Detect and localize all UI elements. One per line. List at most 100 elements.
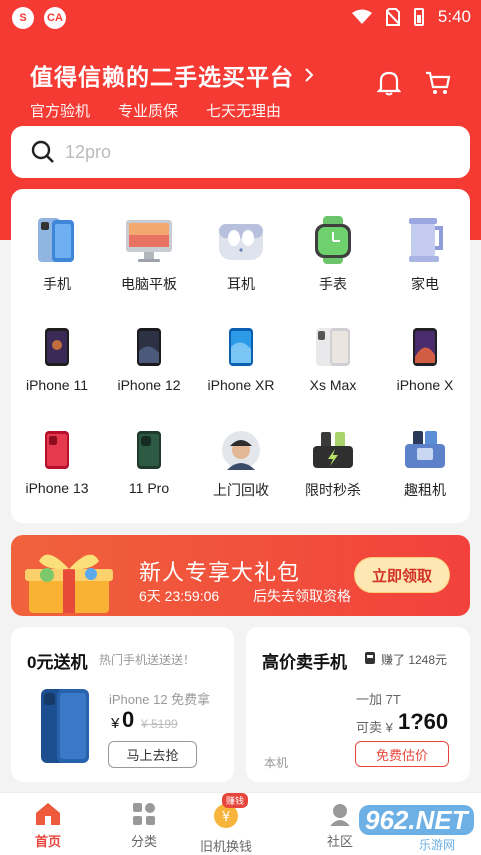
sell-note: 本机 xyxy=(264,756,289,770)
search-bar[interactable] xyxy=(11,126,470,178)
badge-seven-day-return: 七天无理由 xyxy=(206,103,282,120)
iphone-xr-icon xyxy=(229,328,253,366)
nav-home[interactable]: 首页 xyxy=(8,801,88,850)
no-sim-icon xyxy=(385,8,400,26)
newcomer-gift-banner[interactable]: 新人专享大礼包 6天 23:59:06 后失去领取资格 立即领取 xyxy=(11,535,470,616)
category-label: 上门回收 xyxy=(213,482,269,498)
iphone-11-icon xyxy=(45,328,69,366)
claim-now-button[interactable]: 立即领取 xyxy=(354,557,450,593)
category-icon xyxy=(133,803,155,825)
category-label: 手表 xyxy=(319,276,347,292)
battery-icon xyxy=(413,8,424,26)
watermark-text: 962.NET xyxy=(359,805,474,835)
iphone-13-icon xyxy=(45,431,69,469)
category-iphone-12[interactable]: iPhone 12 xyxy=(103,327,195,393)
earbuds-icon xyxy=(219,224,263,260)
category-flash-sale[interactable]: 限时秒杀 xyxy=(287,430,379,500)
category-label: iPhone 12 xyxy=(117,377,181,393)
home-icon xyxy=(36,803,60,825)
nav-trade-in[interactable]: ¥ 赚钱 旧机换钱 xyxy=(186,793,266,855)
watch-icon xyxy=(315,216,351,264)
category-label: 家电 xyxy=(411,276,439,292)
category-earphones[interactable]: 耳机 xyxy=(195,216,287,294)
free-product-name: iPhone 12 免费拿 xyxy=(109,692,211,707)
category-label: iPhone XR xyxy=(207,377,275,393)
bell-icon[interactable] xyxy=(377,70,401,96)
category-label: iPhone 13 xyxy=(25,480,89,496)
xs-max-icon xyxy=(316,328,350,366)
category-home-recycle[interactable]: 上门回收 xyxy=(195,430,287,500)
category-label: iPhone 11 xyxy=(25,377,88,393)
sell-phone-title: 高价卖手机 xyxy=(262,653,347,672)
category-iphone-x[interactable]: iPhone X xyxy=(379,327,471,393)
search-input[interactable] xyxy=(65,141,445,163)
nav-category[interactable]: 分类 xyxy=(104,801,184,850)
free-valuation-button[interactable]: 免费估价 xyxy=(355,741,449,767)
11-pro-icon xyxy=(137,431,161,469)
banner-countdown: 6天 23:59:06 xyxy=(139,588,220,604)
svg-text:¥: ¥ xyxy=(222,810,230,825)
sell-model: 一加 7T xyxy=(356,692,401,707)
free-original-price: ¥ 5199 xyxy=(141,717,178,731)
bottom-nav: 首页 分类 ¥ 赚钱 旧机换钱 社区 962.NET 乐游网 xyxy=(0,792,481,855)
category-label: 手机 xyxy=(43,276,71,292)
sell-price-label: 可卖 ¥ xyxy=(356,720,393,735)
watermark-logo: 962.NET 乐游网 xyxy=(345,803,475,853)
phone-icon xyxy=(38,218,74,262)
category-phone[interactable]: 手机 xyxy=(11,216,103,294)
trade-in-badge: 赚钱 xyxy=(222,793,249,808)
category-label: 限时秒杀 xyxy=(305,482,361,498)
category-label: 电脑平板 xyxy=(121,276,177,292)
iphone-12-product-image xyxy=(41,689,89,763)
slogan-link[interactable]: 值得信赖的二手选买平台 xyxy=(30,58,314,92)
category-label: Xs Max xyxy=(309,377,357,393)
free-phone-title: 0元送机 xyxy=(27,653,88,672)
chevron-right-icon xyxy=(305,68,314,82)
kettle-icon xyxy=(409,218,443,262)
sell-earned: 赚了 1248元 xyxy=(381,653,448,667)
wifi-icon xyxy=(351,9,372,24)
banner-title: 新人专享大礼包 xyxy=(139,560,301,585)
slogan-title: 值得信赖的二手选买平台 xyxy=(30,64,294,90)
category-label: 耳机 xyxy=(227,276,255,292)
grab-now-button[interactable]: 马上去抢 xyxy=(108,741,197,768)
sell-phone-card[interactable]: 高价卖手机 赚了 1248元 一加 7T 可卖 ¥ 1?60 本机 免费估价 xyxy=(246,627,470,782)
iphone-x-icon xyxy=(413,328,437,366)
badge-warranty: 专业质保 xyxy=(118,103,179,120)
status-time: 5:40 xyxy=(437,7,471,26)
user-avatar-icon xyxy=(365,652,375,664)
header: 值得信赖的二手选买平台 官方验机 专业质保 七天无理由 xyxy=(30,58,314,121)
cart-icon[interactable] xyxy=(425,70,451,96)
watermark-sub: 乐游网 xyxy=(419,838,456,852)
ca-notification-icon: CA xyxy=(44,7,66,29)
status-bar: S CA 5:40 xyxy=(0,0,481,36)
free-phone-subtitle: 热门手机送送送！ xyxy=(99,653,196,667)
nav-label: 首页 xyxy=(34,834,61,849)
search-icon xyxy=(31,140,54,163)
iphone-12-icon xyxy=(137,328,161,366)
category-label: iPhone X xyxy=(396,377,454,393)
rent-phone-icon xyxy=(405,431,445,468)
category-11-pro[interactable]: 11 Pro xyxy=(103,430,195,496)
category-xs-max[interactable]: Xs Max xyxy=(287,327,379,393)
gift-box-icon xyxy=(25,554,113,613)
category-iphone-13[interactable]: iPhone 13 xyxy=(11,430,103,496)
flash-sale-icon xyxy=(313,432,353,468)
banner-note: 后失去领取资格 xyxy=(253,588,351,604)
free-phone-card[interactable]: 0元送机 热门手机送送送！ iPhone 12 免费拿 ¥ 0 ¥ 5199 马… xyxy=(11,627,234,782)
app-notification-icon: S xyxy=(12,7,34,29)
sell-price: 1?60 xyxy=(398,709,449,734)
nav-label: 旧机换钱 xyxy=(199,839,252,854)
category-appliance[interactable]: 家电 xyxy=(379,216,471,294)
recycle-agent-icon xyxy=(222,431,260,470)
nav-label: 分类 xyxy=(130,834,157,849)
badge-official-inspection: 官方验机 xyxy=(30,103,91,120)
category-rent-phone[interactable]: 趣租机 xyxy=(379,430,471,500)
category-watch[interactable]: 手表 xyxy=(287,216,379,294)
category-iphone-11[interactable]: iPhone 11 xyxy=(11,327,103,393)
category-iphone-xr[interactable]: iPhone XR xyxy=(195,327,287,393)
category-grid: 手机 电脑平板 耳机 手表 家电 iPhone 11 iPhone 12 iPh… xyxy=(11,189,470,523)
free-price: 0 xyxy=(122,707,135,732)
category-label: 11 Pro xyxy=(128,480,170,496)
category-computer-tablet[interactable]: 电脑平板 xyxy=(103,216,195,294)
